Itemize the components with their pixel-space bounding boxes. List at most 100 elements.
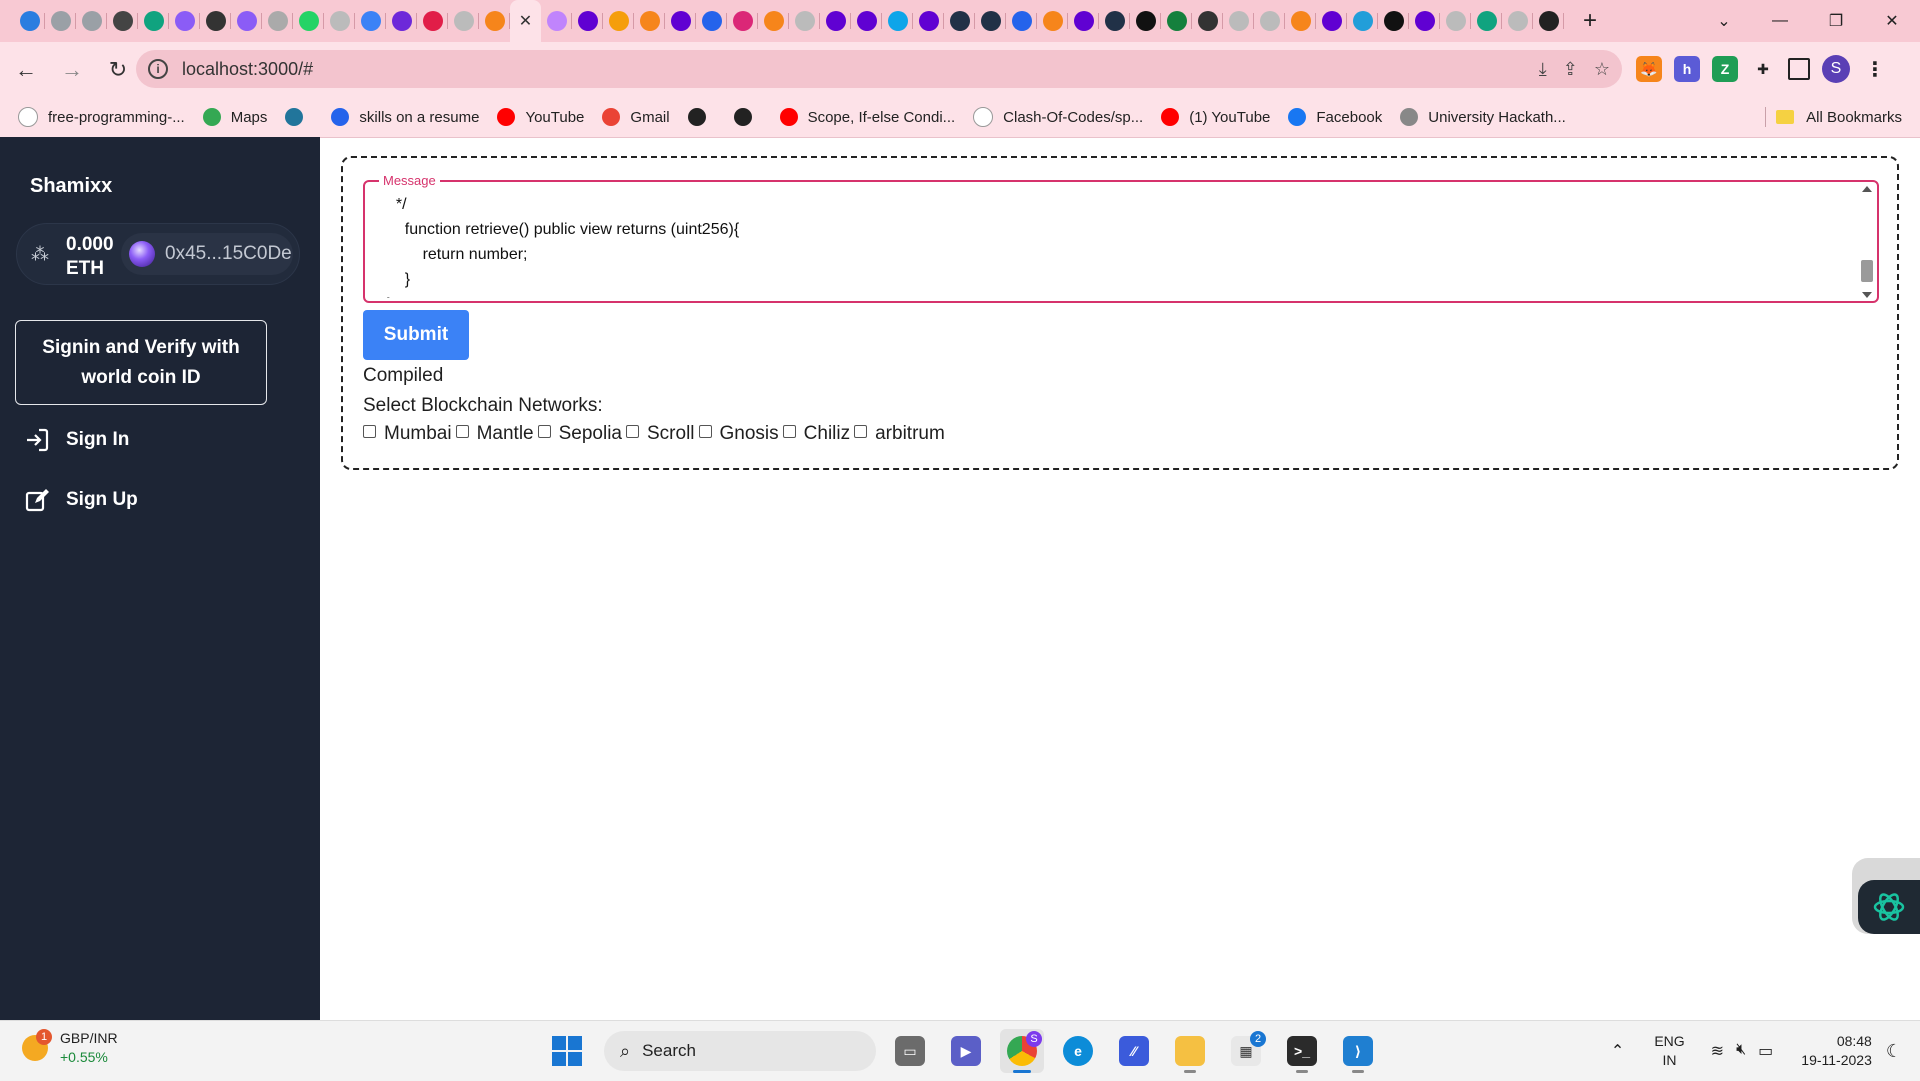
wallet-widget[interactable]: ⁂ 0.000 ETH 0x45...15C0De <box>16 223 300 285</box>
network-checkbox[interactable] <box>455 424 469 438</box>
bookmark-item[interactable]: Gmail <box>602 108 670 126</box>
bookmark-item[interactable] <box>285 108 313 126</box>
all-bookmarks-button[interactable]: All Bookmarks <box>1776 97 1902 137</box>
bookmark-star-icon[interactable]: ☆ <box>1594 59 1610 80</box>
tab-search-chevron-icon[interactable]: ⌄ <box>1696 0 1752 42</box>
scroll-up-arrow[interactable] <box>1862 186 1872 192</box>
network-option[interactable]: Mumbai <box>363 423 452 445</box>
browser-tab[interactable] <box>665 0 696 42</box>
browser-tab[interactable] <box>1378 0 1409 42</box>
browser-tab[interactable] <box>1099 0 1130 42</box>
minimize-button[interactable]: — <box>1752 0 1808 42</box>
notifications-icon[interactable]: ☾ <box>1886 1041 1902 1062</box>
chrome-app[interactable]: S <box>1000 1029 1044 1073</box>
bookmark-item[interactable]: free-programming-... <box>18 107 185 127</box>
active-tab[interactable]: ✕ <box>510 0 541 42</box>
browser-tab[interactable] <box>324 0 355 42</box>
weather-widget[interactable]: 1 GBP/INR +0.55% <box>22 1029 118 1067</box>
vscode-app[interactable]: ⟩ <box>1336 1029 1380 1073</box>
reload-button[interactable]: ↻ <box>98 50 138 90</box>
bookmark-item[interactable] <box>687 108 716 126</box>
browser-tab[interactable] <box>1285 0 1316 42</box>
browser-tab[interactable] <box>1130 0 1161 42</box>
purple-extension-icon[interactable]: h <box>1674 56 1700 82</box>
network-checkbox[interactable] <box>537 424 551 438</box>
message-textarea[interactable]: Message */ function retrieve() public vi… <box>363 173 1879 303</box>
browser-tab[interactable] <box>76 0 107 42</box>
browser-tab[interactable] <box>14 0 45 42</box>
browser-tab[interactable] <box>1037 0 1068 42</box>
network-checkbox[interactable] <box>363 424 376 438</box>
browser-tab[interactable] <box>293 0 324 42</box>
browser-tab[interactable] <box>758 0 789 42</box>
network-option[interactable]: Gnosis <box>695 423 779 445</box>
browser-tab[interactable] <box>789 0 820 42</box>
browser-tab[interactable] <box>634 0 665 42</box>
browser-tab[interactable] <box>851 0 882 42</box>
bookmark-item[interactable]: skills on a resume <box>331 108 479 126</box>
browser-tab[interactable] <box>913 0 944 42</box>
menu-kebab-icon[interactable]: ⋮ <box>1862 56 1888 82</box>
teams-app[interactable]: ▶ <box>944 1029 988 1073</box>
browser-tab[interactable] <box>479 0 510 42</box>
forward-button[interactable]: → <box>52 50 92 90</box>
scroll-thumb[interactable] <box>1861 260 1873 282</box>
browser-tab[interactable] <box>944 0 975 42</box>
bookmark-item[interactable]: Scope, If-else Condi... <box>779 108 955 126</box>
green-extension-icon[interactable]: Z <box>1712 56 1738 82</box>
network-checkbox[interactable] <box>626 424 639 438</box>
textarea-scrollbar[interactable] <box>1859 186 1873 298</box>
browser-tab[interactable] <box>882 0 913 42</box>
editor-app[interactable]: ⁄⁄ <box>1112 1029 1156 1073</box>
metamask-extension-icon[interactable]: 🦊 <box>1636 56 1662 82</box>
terminal-app[interactable]: >_ <box>1280 1029 1324 1073</box>
bookmark-item[interactable]: Maps <box>202 108 267 126</box>
browser-tab[interactable] <box>727 0 758 42</box>
browser-tab[interactable] <box>1533 0 1564 42</box>
url-text[interactable]: localhost:3000/# <box>182 59 313 80</box>
address-bar[interactable]: i localhost:3000/# ⤓ ⇪ ☆ <box>136 50 1622 88</box>
browser-tab[interactable] <box>1471 0 1502 42</box>
browser-tab[interactable] <box>1161 0 1192 42</box>
network-checkbox[interactable] <box>854 424 868 438</box>
browser-tab[interactable] <box>45 0 76 42</box>
account-address-button[interactable]: 0x45...15C0De <box>121 233 293 275</box>
browser-tab[interactable] <box>975 0 1006 42</box>
file-explorer-app[interactable] <box>1168 1029 1212 1073</box>
bookmark-item[interactable]: University Hackath... <box>1400 108 1566 126</box>
bookmark-item[interactable]: Facebook <box>1288 108 1382 126</box>
share-icon[interactable]: ⇪ <box>1563 59 1578 80</box>
browser-tab[interactable] <box>1409 0 1440 42</box>
edge-app[interactable]: e <box>1056 1029 1100 1073</box>
browser-tab[interactable] <box>231 0 262 42</box>
clock[interactable]: 08:48 19-11-2023 <box>1801 1032 1872 1070</box>
store-app[interactable]: ▦ 2 <box>1224 1029 1268 1073</box>
submit-button[interactable]: Submit <box>363 310 469 360</box>
browser-tab[interactable] <box>572 0 603 42</box>
taskbar-search[interactable]: ⌕ Search <box>604 1031 876 1071</box>
browser-tab[interactable] <box>1068 0 1099 42</box>
browser-tab[interactable] <box>1223 0 1254 42</box>
sign-in-link[interactable]: Sign In <box>24 427 129 453</box>
network-checkbox[interactable] <box>782 424 796 438</box>
restore-button[interactable]: ❐ <box>1808 0 1864 42</box>
browser-tab[interactable] <box>1006 0 1037 42</box>
bookmark-item[interactable]: YouTube <box>497 108 584 126</box>
scroll-down-arrow[interactable] <box>1862 292 1872 298</box>
browser-tab[interactable] <box>1440 0 1471 42</box>
browser-tab[interactable] <box>138 0 169 42</box>
start-button[interactable] <box>552 1036 582 1066</box>
browser-tab[interactable] <box>1192 0 1223 42</box>
network-option[interactable]: Scroll <box>622 423 695 445</box>
network-option[interactable]: arbitrum <box>850 423 945 445</box>
browser-tab[interactable] <box>169 0 200 42</box>
active-tab-close-icon[interactable]: ✕ <box>516 11 536 31</box>
browser-tab[interactable] <box>603 0 634 42</box>
network-checkbox[interactable] <box>698 424 712 438</box>
bookmark-item[interactable]: Clash-Of-Codes/sp... <box>973 107 1143 127</box>
close-window-button[interactable]: ✕ <box>1864 0 1920 42</box>
browser-tab[interactable] <box>355 0 386 42</box>
browser-tab[interactable] <box>262 0 293 42</box>
network-option[interactable]: Chiliz <box>779 423 850 445</box>
new-tab-button[interactable]: + <box>1570 0 1610 42</box>
